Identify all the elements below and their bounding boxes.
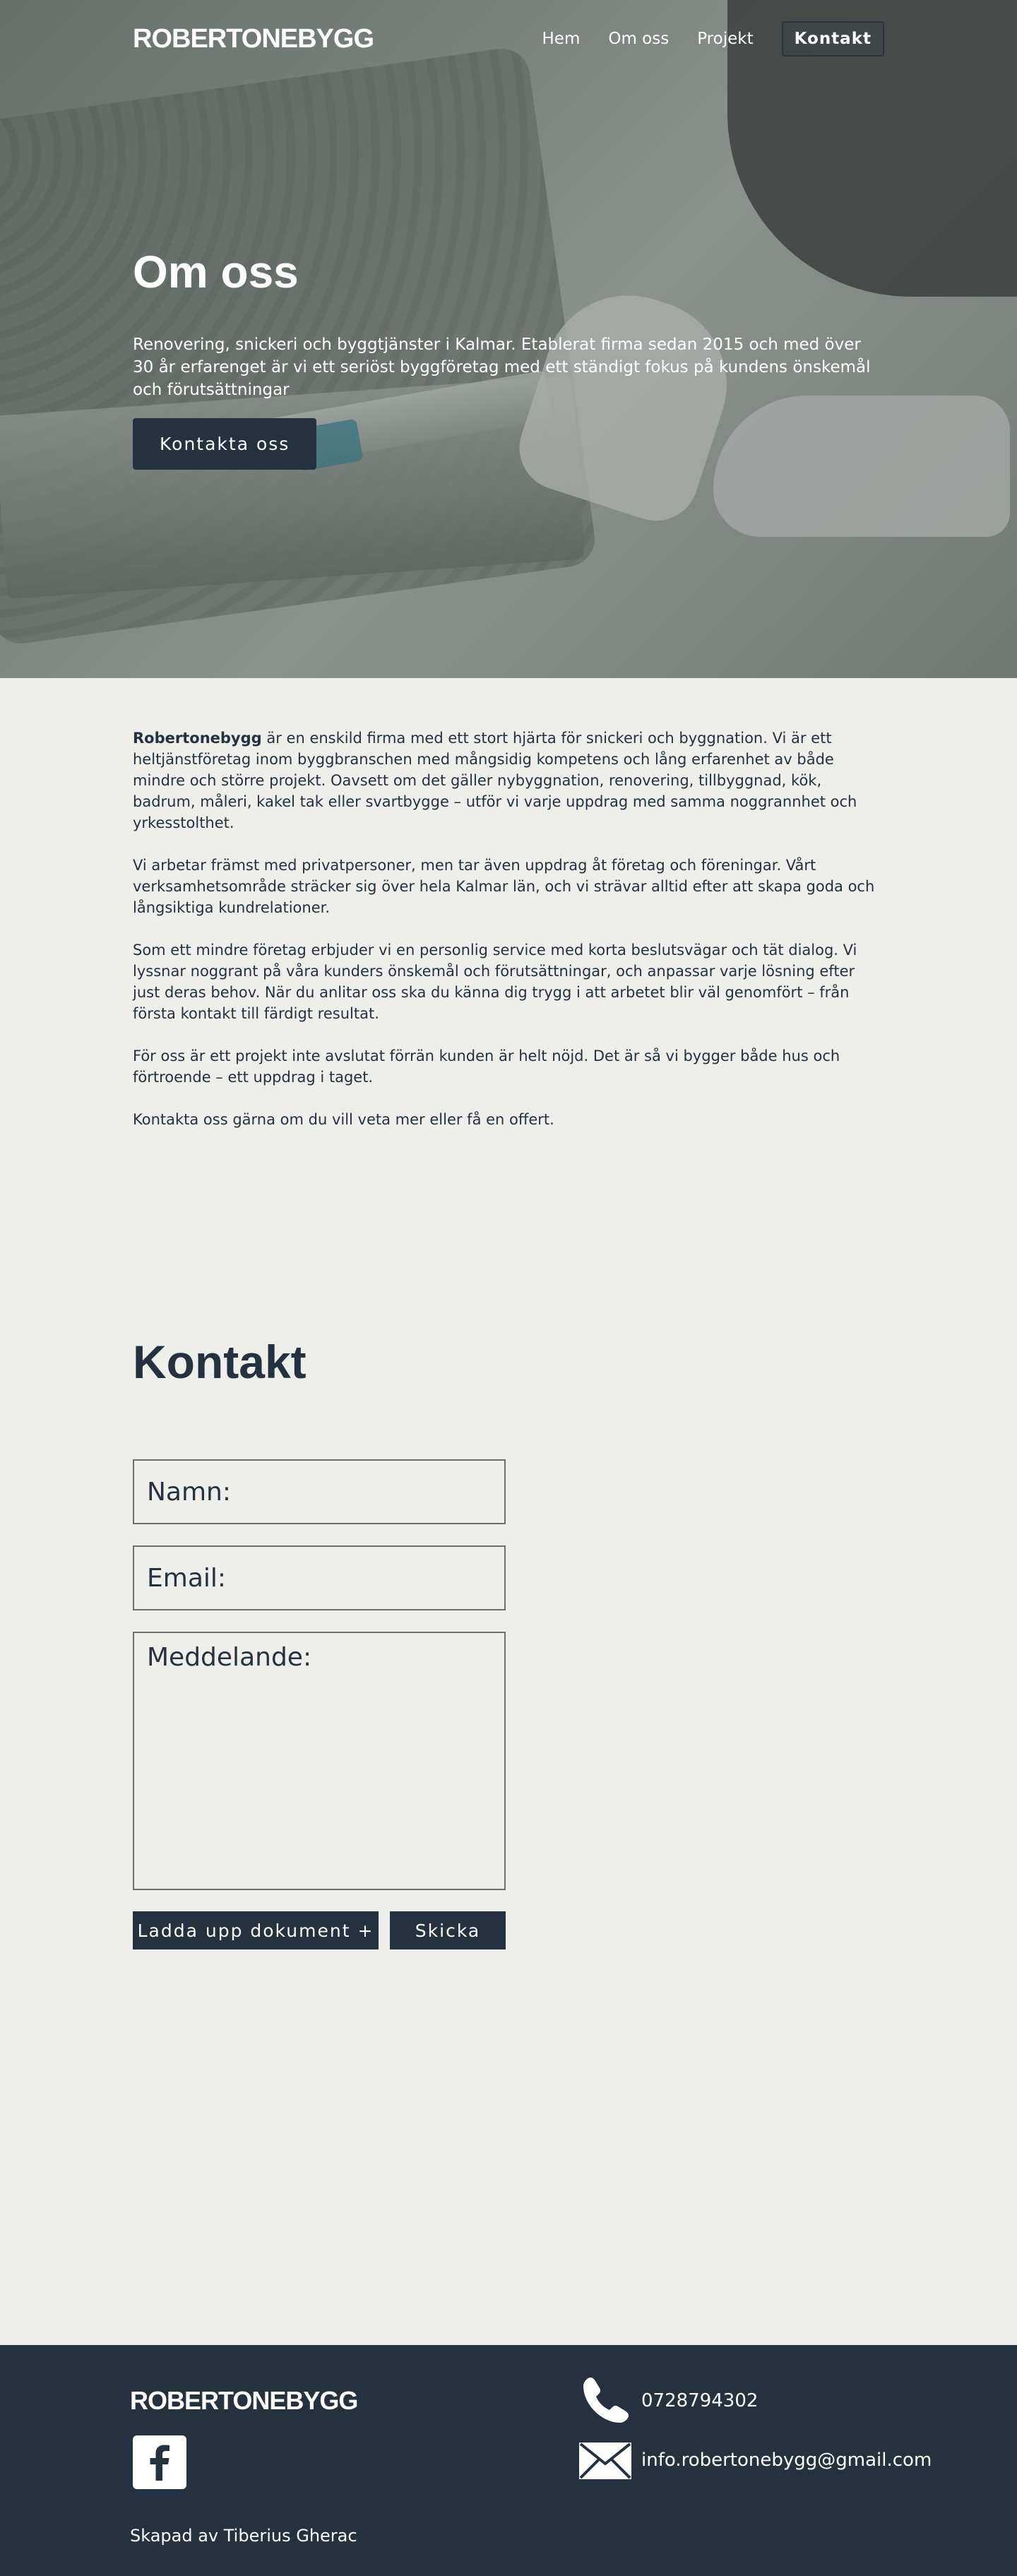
- footer-logo: ROBERTONEBYGG: [130, 2386, 358, 2415]
- hero-content: Om oss Renovering, snickeri och byggtjän…: [133, 247, 884, 470]
- company-name: Robertonebygg: [133, 730, 262, 747]
- mail-icon: [579, 2443, 631, 2479]
- page-title: Om oss: [133, 247, 299, 297]
- footer-email-address[interactable]: info.robertonebygg@gmail.com: [641, 2450, 932, 2471]
- contact-title: Kontakt: [133, 1336, 307, 1388]
- nav-links: Hem Om oss Projekt Kontakt: [514, 21, 884, 57]
- upload-document-button[interactable]: Ladda upp dokument +: [133, 1911, 379, 1949]
- about-paragraph-1: Robertonebygg är en enskild firma med et…: [133, 728, 884, 833]
- phone-icon: [583, 2378, 629, 2423]
- footer-phone: 0728794302: [578, 2373, 758, 2428]
- footer-phone-number[interactable]: 0728794302: [641, 2390, 758, 2411]
- about-paragraph-2: Vi arbetar främst med privatpersoner, me…: [133, 857, 875, 916]
- footer-credit: Skapad av Tiberius Gherac: [130, 2526, 357, 2546]
- contact-us-button[interactable]: Kontakta oss: [133, 418, 317, 470]
- hero-description: Renovering, snickeri och byggtjänster i …: [133, 336, 871, 400]
- nav-link-projekt[interactable]: Projekt: [697, 30, 753, 48]
- site-logo[interactable]: ROBERTONEBYGG: [133, 24, 374, 54]
- nav-link-hem[interactable]: Hem: [542, 30, 581, 48]
- form-actions: Ladda upp dokument + Skicka: [133, 1911, 884, 1949]
- email-field[interactable]: [133, 1545, 506, 1610]
- contact-section: Kontakt Ladda upp dokument + Skicka: [0, 1151, 1017, 2345]
- name-field[interactable]: [133, 1459, 506, 1524]
- about-paragraph-5: Kontakta oss gärna om du vill veta mer e…: [133, 1111, 554, 1128]
- nav-link-om-oss[interactable]: Om oss: [608, 30, 669, 48]
- about-paragraph-3: Som ett mindre företag erbjuder vi en pe…: [133, 942, 857, 1022]
- footer: ROBERTONEBYGG Skapad av Tiberius Gherac …: [0, 2345, 1017, 2576]
- send-button[interactable]: Skicka: [390, 1911, 506, 1949]
- message-field[interactable]: [133, 1632, 506, 1890]
- top-nav: ROBERTONEBYGG Hem Om oss Projekt Kontakt: [133, 20, 884, 58]
- nav-kontakt-button[interactable]: Kontakt: [781, 21, 884, 57]
- about-paragraph-4: För oss är ett projekt inte avslutat för…: [133, 1047, 840, 1086]
- about-section: Robertonebygg är en enskild firma med et…: [0, 678, 1017, 1130]
- footer-mail: info.robertonebygg@gmail.com: [578, 2433, 932, 2488]
- contact-form: Ladda upp dokument + Skicka: [133, 1459, 884, 1949]
- hero-section: ROBERTONEBYGG Hem Om oss Projekt Kontakt…: [0, 0, 1017, 678]
- facebook-icon[interactable]: [133, 2435, 186, 2489]
